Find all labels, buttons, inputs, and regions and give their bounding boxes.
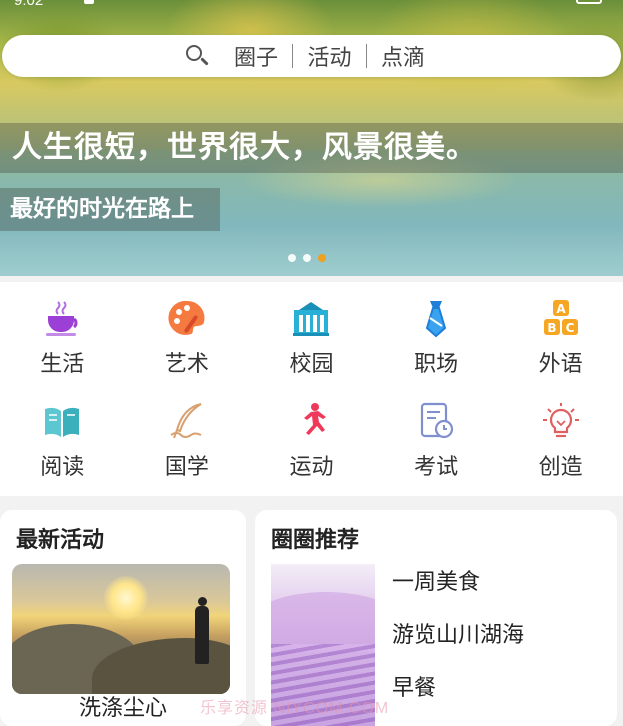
category-career[interactable]: 职场: [374, 288, 499, 391]
pager-dot[interactable]: [303, 254, 311, 262]
banner-carousel[interactable]: 9:02 圈子 活动 点滴 人生很短，世界很大，风景很美。 最好的时光在路上: [0, 0, 623, 276]
latest-activity-title: 最新活动: [16, 528, 105, 553]
school-building-icon: [293, 302, 330, 336]
category-label: 职场: [414, 352, 459, 377]
activity-cover-image[interactable]: 2 +: [12, 564, 230, 694]
circle-recommend-title: 圈圈推荐: [271, 528, 360, 553]
category-label: 生活: [40, 352, 85, 377]
category-language[interactable]: A B C 外语: [498, 288, 623, 391]
search-icon[interactable]: [184, 43, 210, 69]
banner-slogan-sub: 最好的时光在路上: [0, 188, 220, 231]
person-silhouette: [195, 597, 209, 667]
svg-text:B: B: [547, 321, 556, 335]
category-label: 考试: [414, 455, 459, 480]
category-life[interactable]: 生活: [0, 288, 125, 391]
banner-slogan-main: 人生很短，世界很大，风景很美。: [0, 123, 623, 173]
search-option-moments[interactable]: 点滴: [367, 40, 439, 72]
svg-text:C: C: [565, 321, 574, 335]
circle-item[interactable]: 一周美食: [392, 568, 524, 621]
sun-graphic: [104, 576, 148, 620]
category-sports[interactable]: 运动: [249, 391, 374, 494]
pager-dot-active[interactable]: [318, 254, 326, 262]
category-classics[interactable]: 国学: [125, 391, 250, 494]
category-grid: 生活 艺术 校园 职场 A B C 外语 阅读 国学 运动 考试 创造: [0, 282, 623, 496]
category-label: 阅读: [40, 455, 85, 480]
circle-item[interactable]: 早餐: [392, 674, 524, 726]
category-label: 国学: [164, 455, 209, 480]
category-reading[interactable]: 阅读: [0, 391, 125, 494]
battery-icon: [576, 0, 602, 4]
category-label: 运动: [289, 455, 334, 480]
coffee-cup-icon: [46, 301, 78, 336]
category-label: 校园: [289, 352, 334, 377]
search-option-circles[interactable]: 圈子: [220, 40, 292, 72]
svg-text:A: A: [556, 302, 566, 316]
watermark-text: 乐享资源 NIYCOM.COM: [200, 700, 390, 717]
abc-blocks-icon: A B C: [543, 300, 578, 335]
necktie-icon: [425, 301, 447, 338]
category-create[interactable]: 创造: [498, 391, 623, 494]
circle-item[interactable]: 游览山川湖海: [392, 621, 524, 674]
circle-list: 一周美食 游览山川湖海 早餐: [392, 568, 524, 726]
search-bar[interactable]: 圈子 活动 点滴: [2, 35, 621, 77]
lightbulb-icon: [542, 403, 579, 438]
notification-icon: [84, 0, 94, 4]
category-exam[interactable]: 考试: [374, 391, 499, 494]
quill-pen-icon: [170, 403, 202, 439]
open-book-icon: [45, 407, 80, 437]
exam-clock-icon: [420, 402, 454, 439]
category-label: 创造: [538, 455, 583, 480]
category-label: 外语: [538, 352, 583, 377]
palette-icon: [168, 300, 205, 335]
category-art[interactable]: 艺术: [125, 288, 250, 391]
category-label: 艺术: [164, 352, 209, 377]
category-campus[interactable]: 校园: [249, 288, 374, 391]
banner-pager[interactable]: [288, 254, 326, 262]
search-option-activities[interactable]: 活动: [293, 40, 365, 72]
running-person-icon: [304, 403, 327, 435]
pager-dot[interactable]: [288, 254, 296, 262]
status-time: 9:02: [14, 0, 44, 9]
